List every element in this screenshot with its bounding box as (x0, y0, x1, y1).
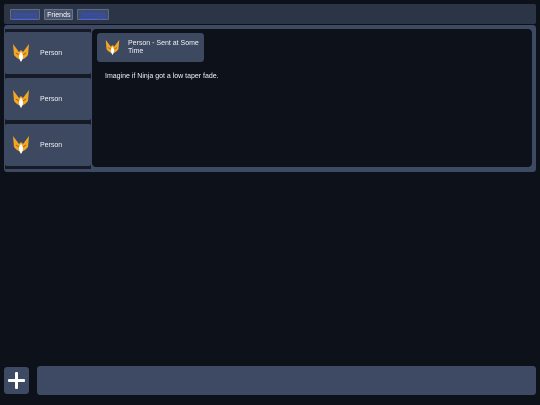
top-nav: Servers Friends Settings (4, 4, 536, 24)
contact-name: Person (40, 141, 63, 149)
tab-friends[interactable]: Friends (44, 8, 74, 20)
message-sender-time: Person - Sent at Some Time (128, 39, 199, 55)
chat-area: Person - Sent at Some Time Imagine if Ni… (92, 29, 532, 167)
contact-name: Person (40, 49, 63, 57)
fox-avatar-icon (13, 90, 29, 108)
contact-item[interactable]: Person (5, 78, 91, 120)
fox-avatar-icon (105, 39, 120, 56)
contact-name: Person (40, 95, 63, 103)
contact-item[interactable]: Person (5, 124, 91, 166)
message-input[interactable] (37, 366, 536, 395)
fox-avatar-icon (13, 44, 29, 62)
fox-avatar-icon (13, 136, 29, 154)
add-button[interactable] (4, 367, 29, 394)
message-text: Imagine if Ninja got a low taper fade. (105, 73, 219, 80)
tab-settings[interactable]: Settings (77, 8, 109, 20)
contact-list: Person Person Person (5, 29, 91, 169)
tab-servers[interactable]: Servers (10, 8, 41, 20)
message-header: Person - Sent at Some Time (97, 33, 204, 62)
contact-item[interactable]: Person (5, 32, 91, 74)
